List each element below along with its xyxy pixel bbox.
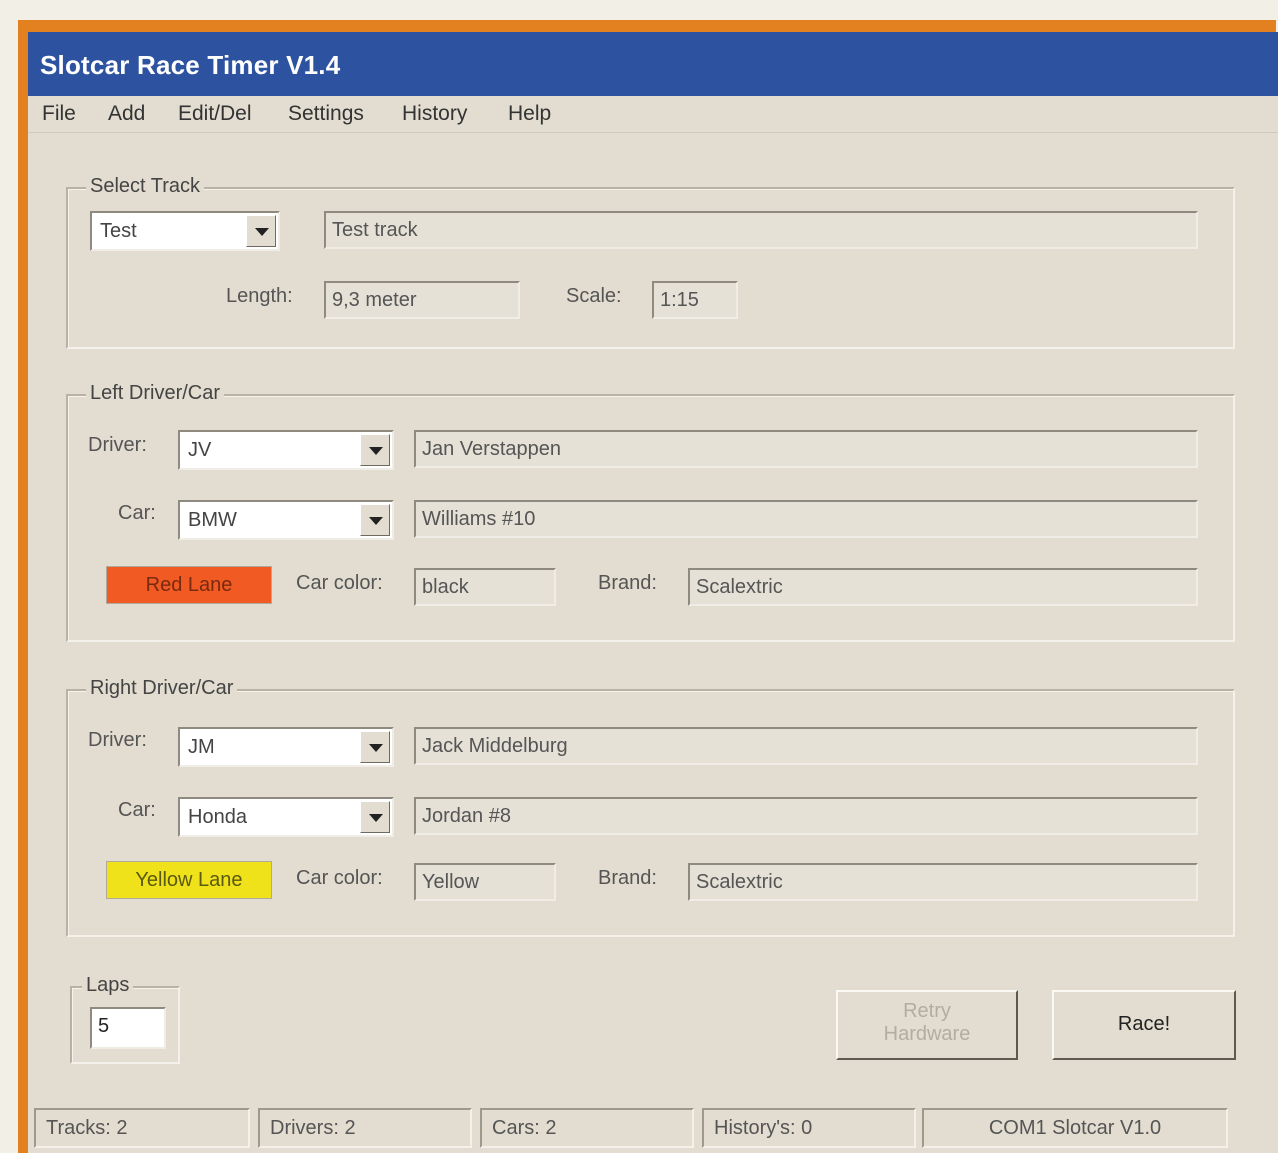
retry-hardware-line1: Retry — [903, 1000, 951, 1022]
right-driver-car-legend: Right Driver/Car — [86, 677, 238, 700]
status-tracks: Tracks: 2 — [34, 1108, 250, 1148]
select-track-group: Select Track Test Test track Length: 9,3… — [66, 175, 1235, 349]
app-window: Slotcar Race Timer V1.4 File Add Edit/De… — [28, 32, 1278, 1153]
right-car-description-value: Jordan #8 — [422, 805, 511, 827]
yellow-lane-badge: Yellow Lane — [106, 861, 272, 899]
right-car-description-field: Jordan #8 — [414, 797, 1198, 835]
menu-settings[interactable]: Settings — [288, 102, 364, 126]
left-car-select-value: BMW — [188, 509, 237, 531]
track-description-field: Test track — [324, 211, 1198, 249]
chevron-down-icon — [369, 447, 383, 455]
right-driver-name-value: Jack Middelburg — [422, 735, 568, 757]
status-history: History's: 0 — [702, 1108, 916, 1148]
right-driver-car-group: Right Driver/Car Driver: JM Jack Middelb… — [66, 677, 1235, 937]
retry-hardware-line2: Hardware — [883, 1023, 971, 1045]
status-drivers: Drivers: 2 — [258, 1108, 472, 1148]
menu-add[interactable]: Add — [108, 102, 145, 126]
left-driver-select[interactable]: JV — [178, 430, 394, 470]
right-car-color-label: Car color: — [296, 867, 383, 889]
track-select[interactable]: Test — [90, 211, 280, 251]
right-driver-select[interactable]: JM — [178, 727, 394, 767]
right-brand-label: Brand: — [598, 867, 657, 889]
left-driver-car-group: Left Driver/Car Driver: JV Jan Verstappe… — [66, 382, 1235, 642]
left-car-select[interactable]: BMW — [178, 500, 394, 540]
track-length-value: 9,3 meter — [332, 289, 417, 311]
left-car-dropdown-button[interactable] — [360, 504, 390, 536]
track-scale-field: 1:15 — [652, 281, 738, 319]
left-driver-name-field: Jan Verstappen — [414, 430, 1198, 468]
left-brand-field: Scalextric — [688, 568, 1198, 606]
menu-history[interactable]: History — [402, 102, 467, 126]
status-com-port: COM1 Slotcar V1.0 — [922, 1108, 1228, 1148]
right-brand-field: Scalextric — [688, 863, 1198, 901]
track-description-value: Test track — [332, 219, 418, 241]
retry-hardware-button[interactable]: Retry Hardware — [836, 990, 1018, 1060]
track-scale-value: 1:15 — [660, 289, 699, 311]
track-select-value: Test — [100, 220, 137, 242]
left-driver-label: Driver: — [88, 434, 147, 456]
chevron-down-icon — [369, 517, 383, 525]
right-car-select-value: Honda — [188, 806, 247, 828]
left-car-description-value: Williams #10 — [422, 508, 536, 530]
menu-edit-del[interactable]: Edit/Del — [178, 102, 252, 126]
left-car-label: Car: — [118, 502, 156, 524]
right-driver-select-value: JM — [188, 736, 215, 758]
select-track-legend: Select Track — [86, 175, 205, 198]
right-driver-name-field: Jack Middelburg — [414, 727, 1198, 765]
right-car-dropdown-button[interactable] — [360, 801, 390, 833]
left-car-color-field: black — [414, 568, 556, 606]
right-car-label: Car: — [118, 799, 156, 821]
left-driver-select-value: JV — [188, 439, 212, 461]
left-brand-value: Scalextric — [696, 576, 783, 598]
track-select-dropdown-button[interactable] — [246, 215, 276, 247]
left-car-color-value: black — [422, 576, 469, 598]
red-lane-badge: Red Lane — [106, 566, 272, 604]
right-car-color-value: Yellow — [422, 871, 480, 893]
menu-help[interactable]: Help — [508, 102, 551, 126]
left-car-color-label: Car color: — [296, 572, 383, 594]
left-brand-label: Brand: — [598, 572, 657, 594]
race-button[interactable]: Race! — [1052, 990, 1236, 1060]
laps-input-value: 5 — [98, 1015, 110, 1037]
window-title: Slotcar Race Timer V1.4 — [40, 50, 341, 80]
status-cars: Cars: 2 — [480, 1108, 694, 1148]
right-driver-dropdown-button[interactable] — [360, 731, 390, 763]
menu-bar: File Add Edit/Del Settings History Help — [28, 96, 1278, 133]
scale-label: Scale: — [566, 285, 622, 307]
left-driver-dropdown-button[interactable] — [360, 434, 390, 466]
status-bar: Tracks: 2 Drivers: 2 Cars: 2 History's: … — [28, 1102, 1278, 1153]
right-car-color-field: Yellow — [414, 863, 556, 901]
laps-input[interactable]: 5 — [90, 1007, 166, 1049]
laps-legend: Laps — [82, 974, 134, 997]
left-driver-car-legend: Left Driver/Car — [86, 382, 225, 405]
track-length-field: 9,3 meter — [324, 281, 520, 319]
right-brand-value: Scalextric — [696, 871, 783, 893]
length-label: Length: — [226, 285, 293, 307]
left-driver-name-value: Jan Verstappen — [422, 438, 561, 460]
left-car-description-field: Williams #10 — [414, 500, 1198, 538]
right-driver-label: Driver: — [88, 729, 147, 751]
chevron-down-icon — [369, 814, 383, 822]
menu-file[interactable]: File — [42, 102, 76, 126]
right-car-select[interactable]: Honda — [178, 797, 394, 837]
title-bar[interactable]: Slotcar Race Timer V1.4 — [28, 32, 1278, 96]
chevron-down-icon — [369, 744, 383, 752]
chevron-down-icon — [255, 228, 269, 236]
